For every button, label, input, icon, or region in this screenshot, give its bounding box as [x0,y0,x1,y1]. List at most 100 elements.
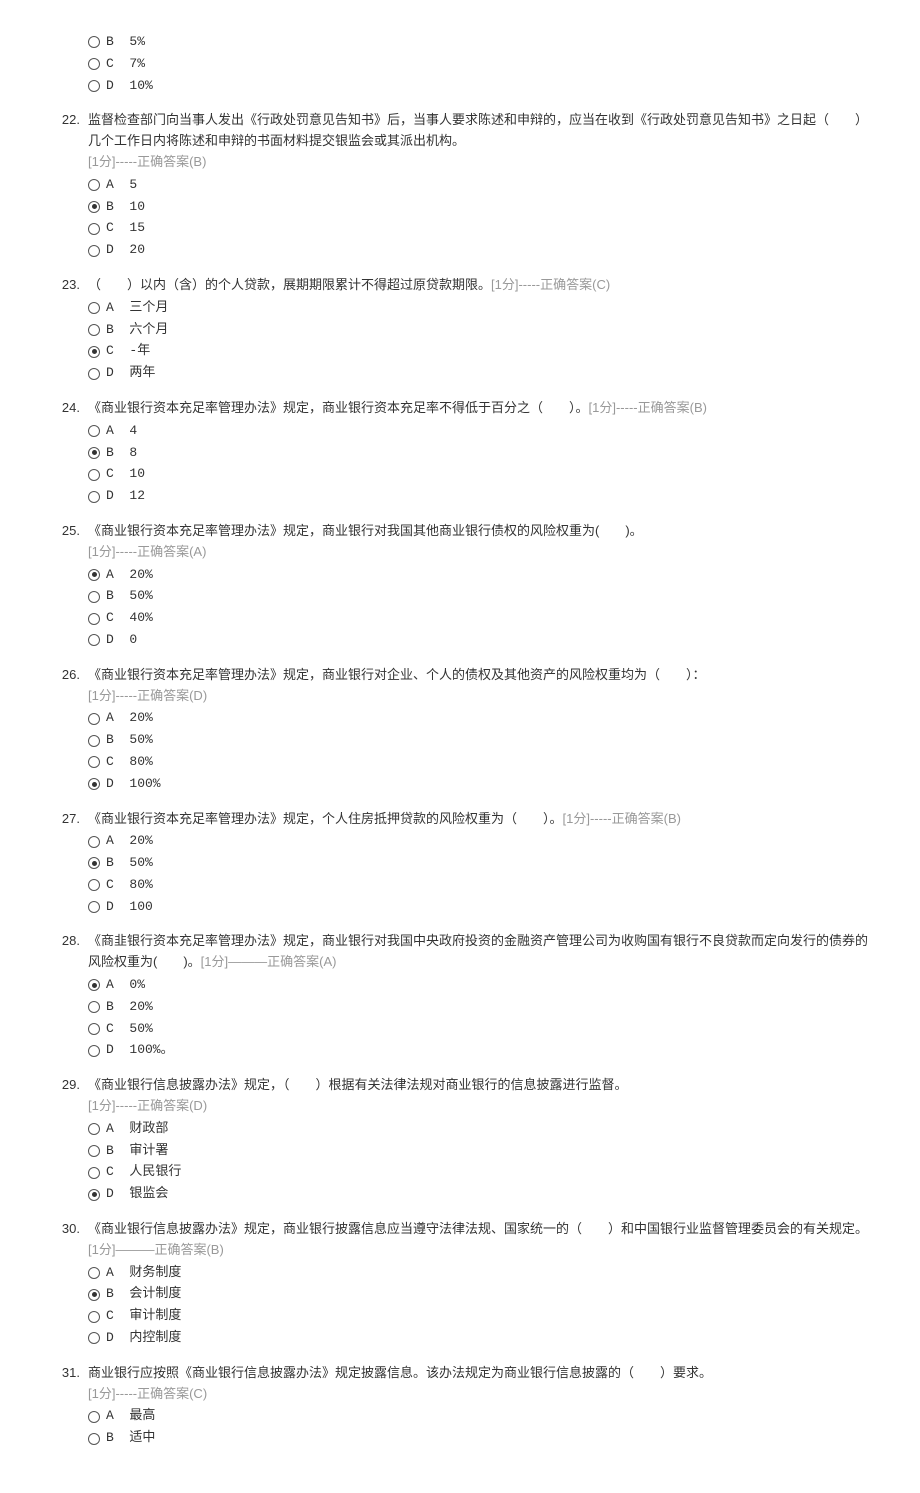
radio-icon[interactable] [88,491,100,503]
option[interactable]: C 50% [88,1019,870,1040]
radio-icon[interactable] [88,1267,100,1279]
radio-icon[interactable] [88,735,100,747]
option[interactable]: B 50% [88,853,870,874]
option-label: C 80% [106,752,153,773]
radio-icon[interactable] [88,901,100,913]
option[interactable]: C 80% [88,752,870,773]
options: A 三个月B 六个月C -年D 两年 [88,298,870,384]
question-meta: [1分]-----正确答案(B) [88,154,206,169]
radio-icon[interactable] [88,857,100,869]
radio-icon[interactable] [88,879,100,891]
question: 30.《商业银行信息披露办法》规定，商业银行披露信息应当遵守法律法规、国家统一的… [50,1219,870,1349]
radio-icon[interactable] [88,368,100,380]
question-number: 28. [50,931,88,952]
question-meta: [1分]———正确答案(B) [88,1242,224,1257]
option[interactable]: C -年 [88,341,870,362]
radio-icon[interactable] [88,569,100,581]
option[interactable]: A 4 [88,421,870,442]
radio-icon[interactable] [88,1167,100,1179]
option[interactable]: C 人民银行 [88,1162,870,1183]
option[interactable]: A 20% [88,708,870,729]
option[interactable]: B 50% [88,586,870,607]
option[interactable]: A 三个月 [88,298,870,319]
option[interactable]: C 40% [88,608,870,629]
option[interactable]: D 100 [88,897,870,918]
option[interactable]: A 5 [88,175,870,196]
radio-icon[interactable] [88,1123,100,1135]
radio-icon[interactable] [88,36,100,48]
option[interactable]: B 10 [88,197,870,218]
radio-icon[interactable] [88,324,100,336]
radio-icon[interactable] [88,713,100,725]
option[interactable]: A 20% [88,831,870,852]
radio-icon[interactable] [88,425,100,437]
radio-icon[interactable] [88,1145,100,1157]
radio-icon[interactable] [88,1433,100,1445]
option[interactable]: A 0% [88,975,870,996]
option[interactable]: C 7% [88,54,870,75]
radio-icon[interactable] [88,836,100,848]
radio-icon[interactable] [88,1311,100,1323]
option[interactable]: D 10% [88,76,870,97]
option[interactable]: D 20 [88,240,870,261]
option-label: C -年 [106,341,150,362]
option[interactable]: A 最高 [88,1406,870,1427]
question-text: 《商业银行信息披露办法》规定，（ ）根据有关法律法规对商业银行的信息披露进行监督… [88,1075,870,1117]
option[interactable]: D 两年 [88,363,870,384]
radio-icon[interactable] [88,58,100,70]
radio-icon[interactable] [88,179,100,191]
radio-icon[interactable] [88,634,100,646]
radio-icon[interactable] [88,469,100,481]
option[interactable]: C 审计制度 [88,1306,870,1327]
option[interactable]: B 适中 [88,1428,870,1449]
radio-icon[interactable] [88,346,100,358]
question-header: 23.（ ）以内（含）的个人贷款，展期期限累计不得超过原贷款期限。[1分]---… [50,275,870,296]
radio-icon[interactable] [88,1289,100,1301]
option[interactable]: D 内控制度 [88,1328,870,1349]
option[interactable]: C 80% [88,875,870,896]
option[interactable]: D 100% [88,774,870,795]
option[interactable]: A 财政部 [88,1119,870,1140]
radio-icon[interactable] [88,756,100,768]
question: 22.监督检查部门向当事人发出《行政处罚意见告知书》后，当事人要求陈述和申辩的，… [50,110,870,261]
option-label: D 100% [106,774,161,795]
radio-icon[interactable] [88,1411,100,1423]
radio-icon[interactable] [88,979,100,991]
question-meta: [1分]-----正确答案(D) [88,1098,207,1113]
radio-icon[interactable] [88,613,100,625]
option[interactable]: B 会计制度 [88,1284,870,1305]
radio-icon[interactable] [88,778,100,790]
radio-icon[interactable] [88,223,100,235]
options: A 5B 10C 15D 20 [88,175,870,261]
radio-icon[interactable] [88,1189,100,1201]
option[interactable]: D 0 [88,630,870,651]
radio-icon[interactable] [88,80,100,92]
radio-icon[interactable] [88,591,100,603]
radio-icon[interactable] [88,1001,100,1013]
radio-icon[interactable] [88,447,100,459]
option[interactable]: A 财务制度 [88,1263,870,1284]
option[interactable]: D 12 [88,486,870,507]
options: A 20%B 50%C 40%D 0 [88,565,870,651]
option[interactable]: B 审计署 [88,1141,870,1162]
question: 31.商业银行应按照《商业银行信息披露办法》规定披露信息。该办法规定为商业银行信… [50,1363,870,1449]
option[interactable]: A 20% [88,565,870,586]
radio-icon[interactable] [88,1332,100,1344]
option[interactable]: B 8 [88,443,870,464]
option[interactable]: B 5% [88,32,870,53]
option[interactable]: D 100%。 [88,1040,870,1061]
radio-icon[interactable] [88,1045,100,1057]
option[interactable]: D 银监会 [88,1184,870,1205]
question-header: 27.《商业银行资本充足率管理办法》规定，个人住房抵押贷款的风险权重为（ ）。[… [50,809,870,830]
option[interactable]: B 50% [88,730,870,751]
option-label: B 适中 [106,1428,155,1449]
option[interactable]: C 15 [88,218,870,239]
radio-icon[interactable] [88,302,100,314]
radio-icon[interactable] [88,245,100,257]
radio-icon[interactable] [88,201,100,213]
option[interactable]: B 20% [88,997,870,1018]
option[interactable]: C 10 [88,464,870,485]
radio-icon[interactable] [88,1023,100,1035]
question-number: 27. [50,809,88,830]
option[interactable]: B 六个月 [88,320,870,341]
